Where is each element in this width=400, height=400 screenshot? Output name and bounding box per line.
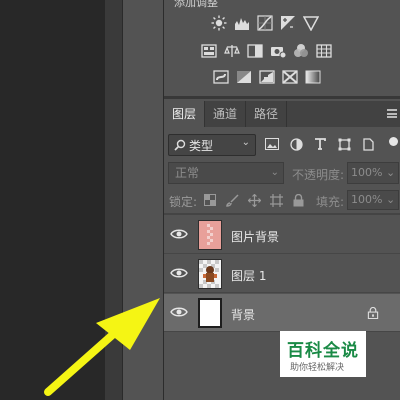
layer-name: 图片背景 bbox=[231, 230, 280, 244]
filter-icons bbox=[264, 136, 376, 152]
panel-dock-gap bbox=[123, 0, 163, 400]
filter-toggle-switch[interactable] bbox=[389, 137, 398, 146]
lock-row: 锁定: 填充: 100% ⌄ bbox=[164, 188, 400, 212]
filter-kind-label: 类型 bbox=[189, 138, 214, 153]
opacity-label: 不透明度: bbox=[292, 168, 345, 182]
shape-filter-icon[interactable] bbox=[336, 136, 352, 152]
layer-thumbnail bbox=[198, 259, 222, 289]
panel-menu-icon[interactable] bbox=[387, 109, 397, 118]
eye-icon[interactable] bbox=[170, 227, 188, 241]
image-filter-icon[interactable] bbox=[264, 136, 280, 152]
brightness-icon[interactable] bbox=[210, 14, 227, 31]
type-filter-icon[interactable] bbox=[312, 136, 328, 152]
lock-transparent-pixels-icon[interactable] bbox=[202, 192, 218, 208]
opacity-field[interactable]: 100% ⌄ bbox=[347, 162, 399, 184]
blend-mode-value: 正常 bbox=[175, 166, 200, 180]
fill-field[interactable]: 100% ⌄ bbox=[347, 190, 399, 210]
adjustments-row-1 bbox=[210, 14, 319, 31]
chevron-down-icon: ⌄ bbox=[270, 167, 279, 178]
blend-mode-select[interactable]: 正常 ⌄ bbox=[168, 162, 284, 184]
watermark-logo: 百科全说 助你轻松解决 bbox=[280, 331, 366, 377]
color-balance-icon[interactable] bbox=[223, 42, 240, 59]
threshold-icon[interactable] bbox=[258, 68, 275, 85]
lock-position-icon[interactable] bbox=[246, 192, 262, 208]
layer-filter-kind-select[interactable]: 类型 ⌄ bbox=[168, 134, 256, 156]
lock-artboard-icon[interactable] bbox=[268, 192, 284, 208]
panel-collapsed-strip bbox=[105, 0, 122, 400]
eye-icon[interactable] bbox=[170, 266, 188, 280]
exposure-icon[interactable] bbox=[279, 14, 296, 31]
color-lookup-icon[interactable] bbox=[315, 42, 332, 59]
watermark-title: 百科全说 bbox=[287, 341, 359, 361]
invert-icon[interactable] bbox=[212, 68, 229, 85]
adjustment-filter-icon[interactable] bbox=[288, 136, 304, 152]
search-icon bbox=[174, 139, 186, 151]
layer-row[interactable]: 图层 1 bbox=[164, 255, 400, 293]
blend-row: 正常 ⌄ 不透明度: 100% ⌄ bbox=[164, 160, 400, 186]
eye-icon[interactable] bbox=[170, 305, 188, 319]
layer-row[interactable]: 背景 bbox=[164, 294, 400, 332]
lock-image-pixels-icon[interactable] bbox=[224, 192, 240, 208]
smart-object-filter-icon[interactable] bbox=[360, 136, 376, 152]
channel-mixer-icon[interactable] bbox=[292, 42, 309, 59]
lock-icons bbox=[202, 192, 306, 208]
adjustments-title: 添加调整 bbox=[174, 0, 218, 9]
selective-color-icon[interactable] bbox=[304, 68, 321, 85]
gradient-map-icon[interactable] bbox=[281, 68, 298, 85]
watermark-subtitle: 助你轻松解决 bbox=[290, 363, 345, 373]
tab-paths[interactable]: 路径 bbox=[246, 101, 288, 127]
fill-label: 填充: bbox=[316, 195, 345, 209]
layer-thumbnail bbox=[198, 298, 222, 328]
hue-saturation-icon[interactable] bbox=[200, 42, 217, 59]
levels-icon[interactable] bbox=[233, 14, 250, 31]
layers-panel-tabs: 图层 通道 路径 bbox=[164, 101, 400, 127]
adjustments-row-3 bbox=[212, 68, 321, 85]
tab-layers[interactable]: 图层 bbox=[164, 101, 206, 127]
lock-label: 锁定: bbox=[169, 195, 198, 209]
tab-channels[interactable]: 通道 bbox=[205, 101, 247, 127]
lock-icon bbox=[367, 307, 379, 319]
posterize-icon[interactable] bbox=[235, 68, 252, 85]
vibrance-icon[interactable] bbox=[302, 14, 319, 31]
chevron-down-icon: ⌄ bbox=[241, 137, 250, 148]
layer-thumbnail bbox=[198, 220, 222, 250]
canvas-area bbox=[0, 0, 105, 400]
adjustments-row-2 bbox=[200, 42, 332, 59]
layer-row[interactable]: 图片背景 bbox=[164, 216, 400, 254]
layer-name: 图层 1 bbox=[231, 269, 267, 283]
lock-all-icon[interactable] bbox=[290, 192, 306, 208]
black-white-icon[interactable] bbox=[246, 42, 263, 59]
photo-filter-icon[interactable] bbox=[269, 42, 286, 59]
layer-name: 背景 bbox=[231, 308, 256, 322]
curves-icon[interactable] bbox=[256, 14, 273, 31]
